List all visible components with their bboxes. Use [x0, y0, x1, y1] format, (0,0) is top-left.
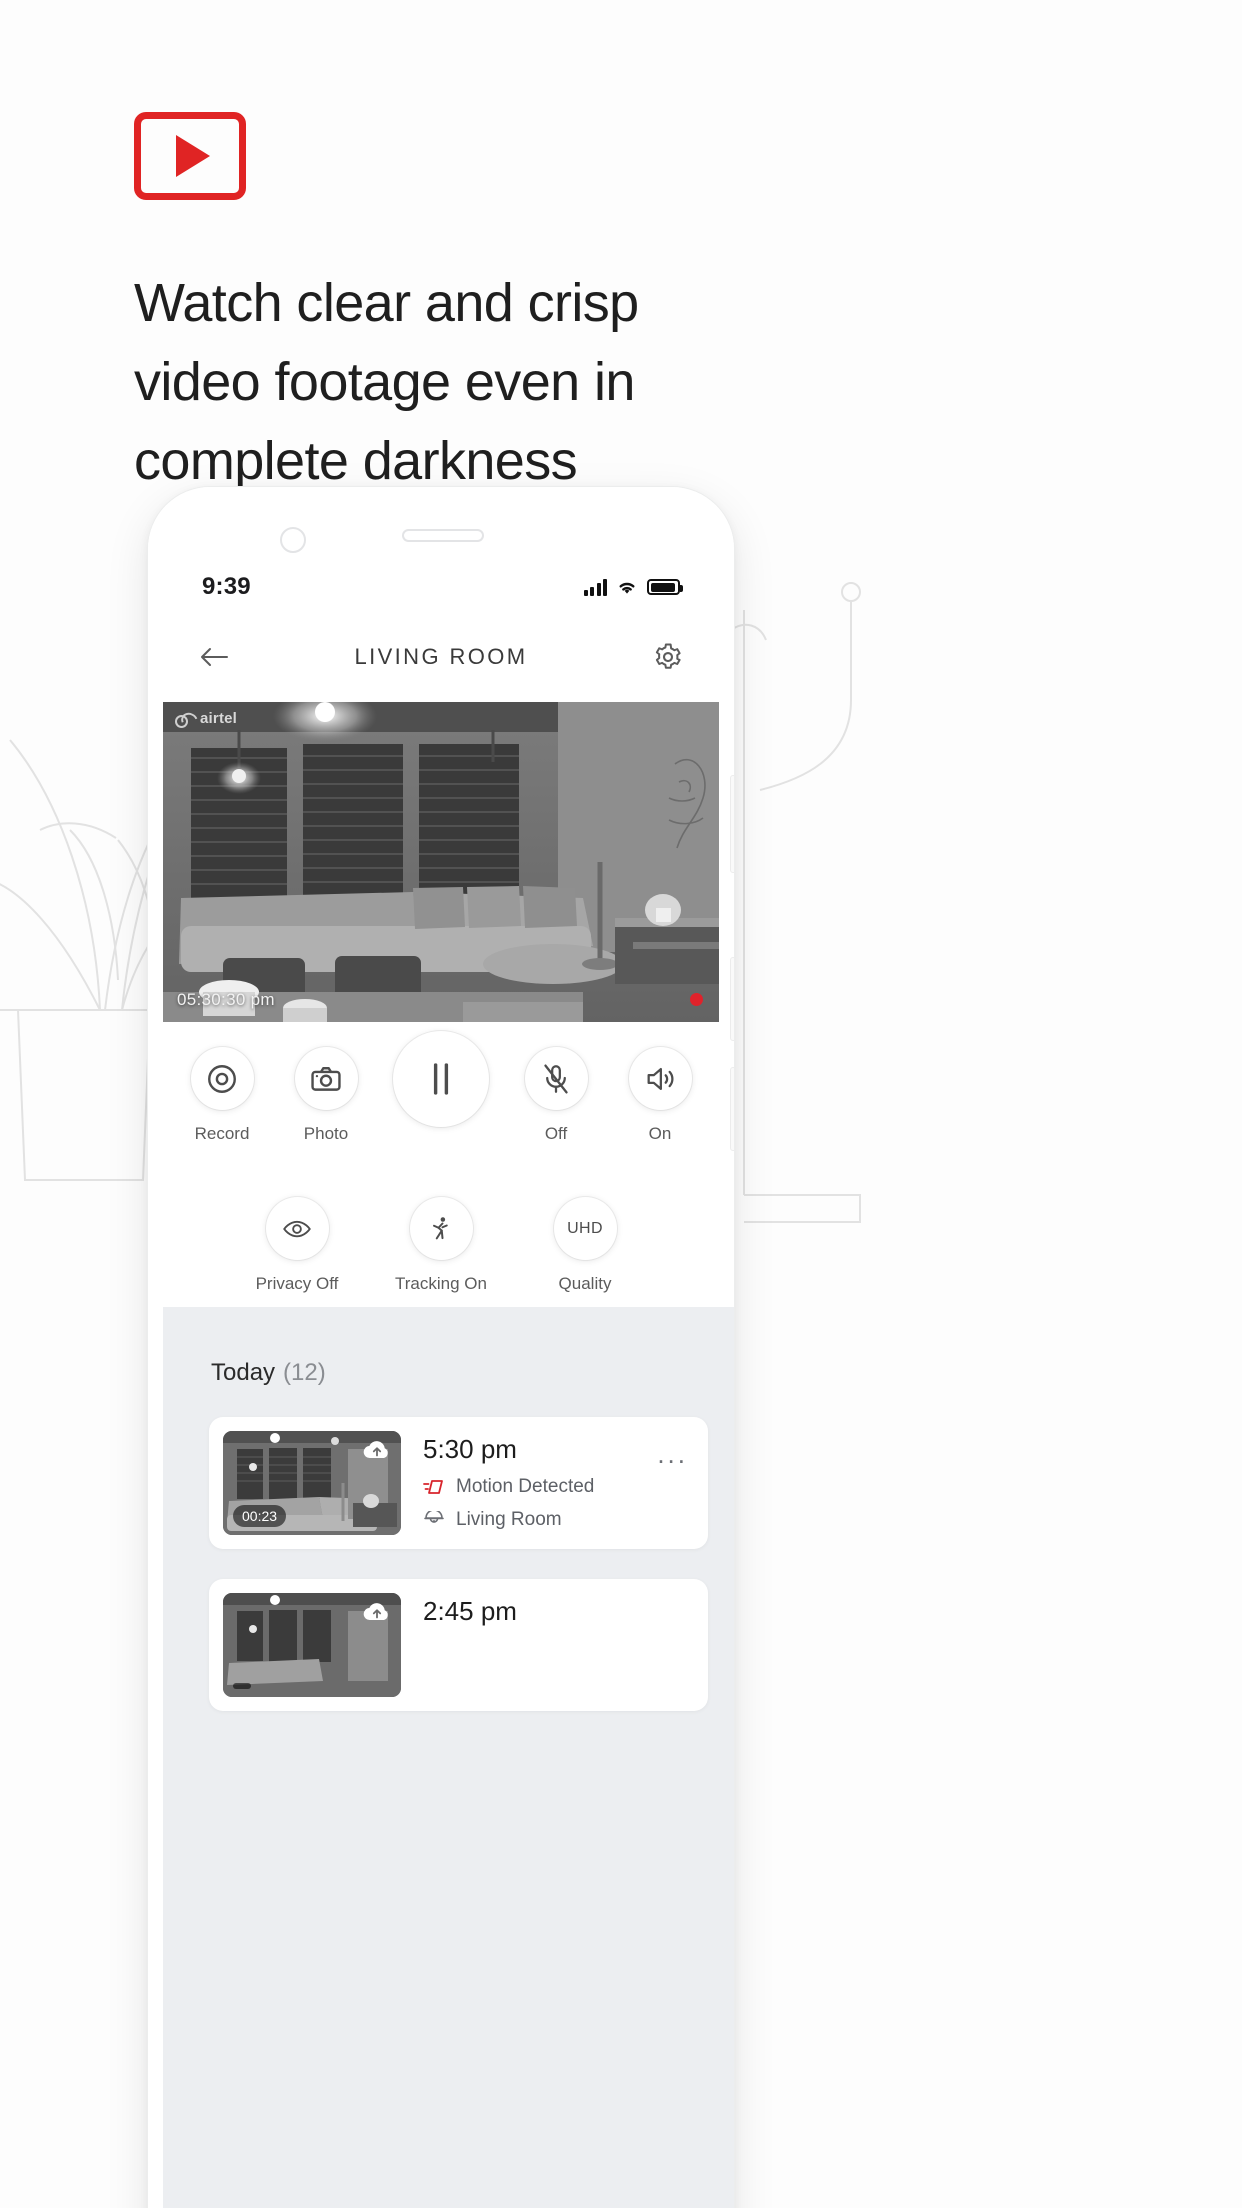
event-type-label: Motion Detected: [456, 1476, 595, 1497]
event-time: 2:45 pm: [423, 1596, 517, 1626]
pause-icon: [433, 1063, 449, 1095]
secondary-controls: Privacy Off Tracking On UHD Quality: [148, 1197, 734, 1294]
arrow-left-icon: [201, 648, 228, 666]
record-dot-icon: [690, 993, 703, 1006]
events-heading: Today (12): [163, 1307, 734, 1387]
play-video-icon: [134, 112, 246, 200]
event-thumbnail[interactable]: [223, 1593, 401, 1697]
event-location-row: Living Room: [423, 1509, 657, 1531]
watermark-label: airtel: [200, 710, 238, 727]
mic-label: Off: [544, 1124, 568, 1143]
battery-icon: [647, 579, 683, 595]
page-header-title: LIVING ROOM: [354, 644, 528, 669]
cloud-upload-icon: [362, 1600, 392, 1629]
settings-button[interactable]: [646, 635, 690, 679]
list-item[interactable]: 00:23 5:30 pm Motion Detected Living Roo…: [209, 1417, 708, 1549]
video-scene: [163, 702, 719, 1022]
photo-button[interactable]: Photo: [287, 1047, 365, 1144]
record-label: Record: [194, 1124, 250, 1143]
event-details: 2:45 pm: [401, 1593, 688, 1627]
list-item[interactable]: 2:45 pm: [209, 1579, 708, 1711]
mic-button[interactable]: Off: [517, 1047, 595, 1144]
cellular-signal-icon: [583, 578, 607, 596]
live-video-feed[interactable]: airtel 05:30:30 pm: [163, 702, 719, 1022]
status-clock: 9:39: [202, 573, 251, 600]
speaker-button[interactable]: On: [621, 1047, 699, 1144]
event-time: 5:30 pm: [423, 1434, 517, 1464]
mic-off-icon: [544, 1063, 568, 1094]
earpiece-speaker: [402, 529, 484, 542]
record-button[interactable]: Record: [183, 1047, 261, 1144]
event-more-button[interactable]: [688, 1593, 694, 1603]
phone-mockup: 9:39 LIVING ROOM airtel 05:30:30 pm Reco…: [148, 487, 734, 2208]
pause-button[interactable]: [391, 1031, 491, 1141]
video-timestamp: 05:30:30 pm: [177, 990, 275, 1009]
speaker-on-icon: [647, 1067, 674, 1090]
events-panel: Today (12) 00:23 5:30 pm Motion Detected…: [163, 1307, 734, 2208]
eye-icon: [283, 1220, 311, 1237]
camera-icon: [311, 1066, 341, 1091]
tracking-button[interactable]: Tracking On: [386, 1197, 496, 1294]
quality-label: Quality: [558, 1274, 612, 1293]
events-heading-label: Today: [211, 1359, 276, 1386]
tracking-icon: [433, 1216, 448, 1239]
event-duration: 00:23: [233, 1505, 287, 1527]
event-type-row: Motion Detected: [423, 1476, 657, 1498]
volume-up-button[interactable]: [730, 775, 734, 873]
page-title: Watch clear and crisp video footage even…: [134, 273, 639, 491]
events-count: (12): [283, 1359, 326, 1386]
event-location-label: Living Room: [456, 1509, 562, 1530]
promo-page: Watch clear and crisp video footage even…: [0, 0, 1242, 2208]
gear-icon: [655, 643, 681, 669]
quality-button[interactable]: UHD Quality: [530, 1197, 640, 1294]
back-button[interactable]: [192, 635, 236, 679]
play-triangle-icon: [176, 135, 210, 177]
front-camera-icon: [280, 527, 306, 553]
record-icon: [208, 1064, 236, 1093]
status-bar: 9:39: [148, 565, 734, 609]
promo-block: Watch clear and crisp video footage even…: [134, 112, 774, 501]
camera-dome-icon: [424, 1511, 444, 1523]
photo-label: Photo: [303, 1124, 349, 1143]
cloud-upload-icon: [362, 1438, 392, 1467]
speaker-label: On: [648, 1124, 672, 1143]
quality-icon: UHD: [553, 1197, 617, 1260]
primary-controls: Record Photo Off On: [148, 1031, 734, 1144]
app-header: LIVING ROOM: [148, 619, 734, 695]
privacy-label: Privacy Off: [255, 1274, 339, 1293]
event-more-button[interactable]: ...: [657, 1431, 694, 1467]
motion-icon: [423, 1480, 443, 1494]
event-thumbnail[interactable]: 00:23: [223, 1431, 401, 1535]
event-duration: [233, 1683, 251, 1689]
watermark: airtel: [175, 710, 238, 728]
tracking-label: Tracking On: [395, 1274, 487, 1293]
airtel-logo-icon: [175, 713, 195, 728]
privacy-button[interactable]: Privacy Off: [242, 1197, 352, 1294]
event-details: 5:30 pm Motion Detected Living Room: [401, 1431, 657, 1531]
wifi-icon: [619, 582, 635, 594]
volume-down-button[interactable]: [730, 957, 734, 1041]
